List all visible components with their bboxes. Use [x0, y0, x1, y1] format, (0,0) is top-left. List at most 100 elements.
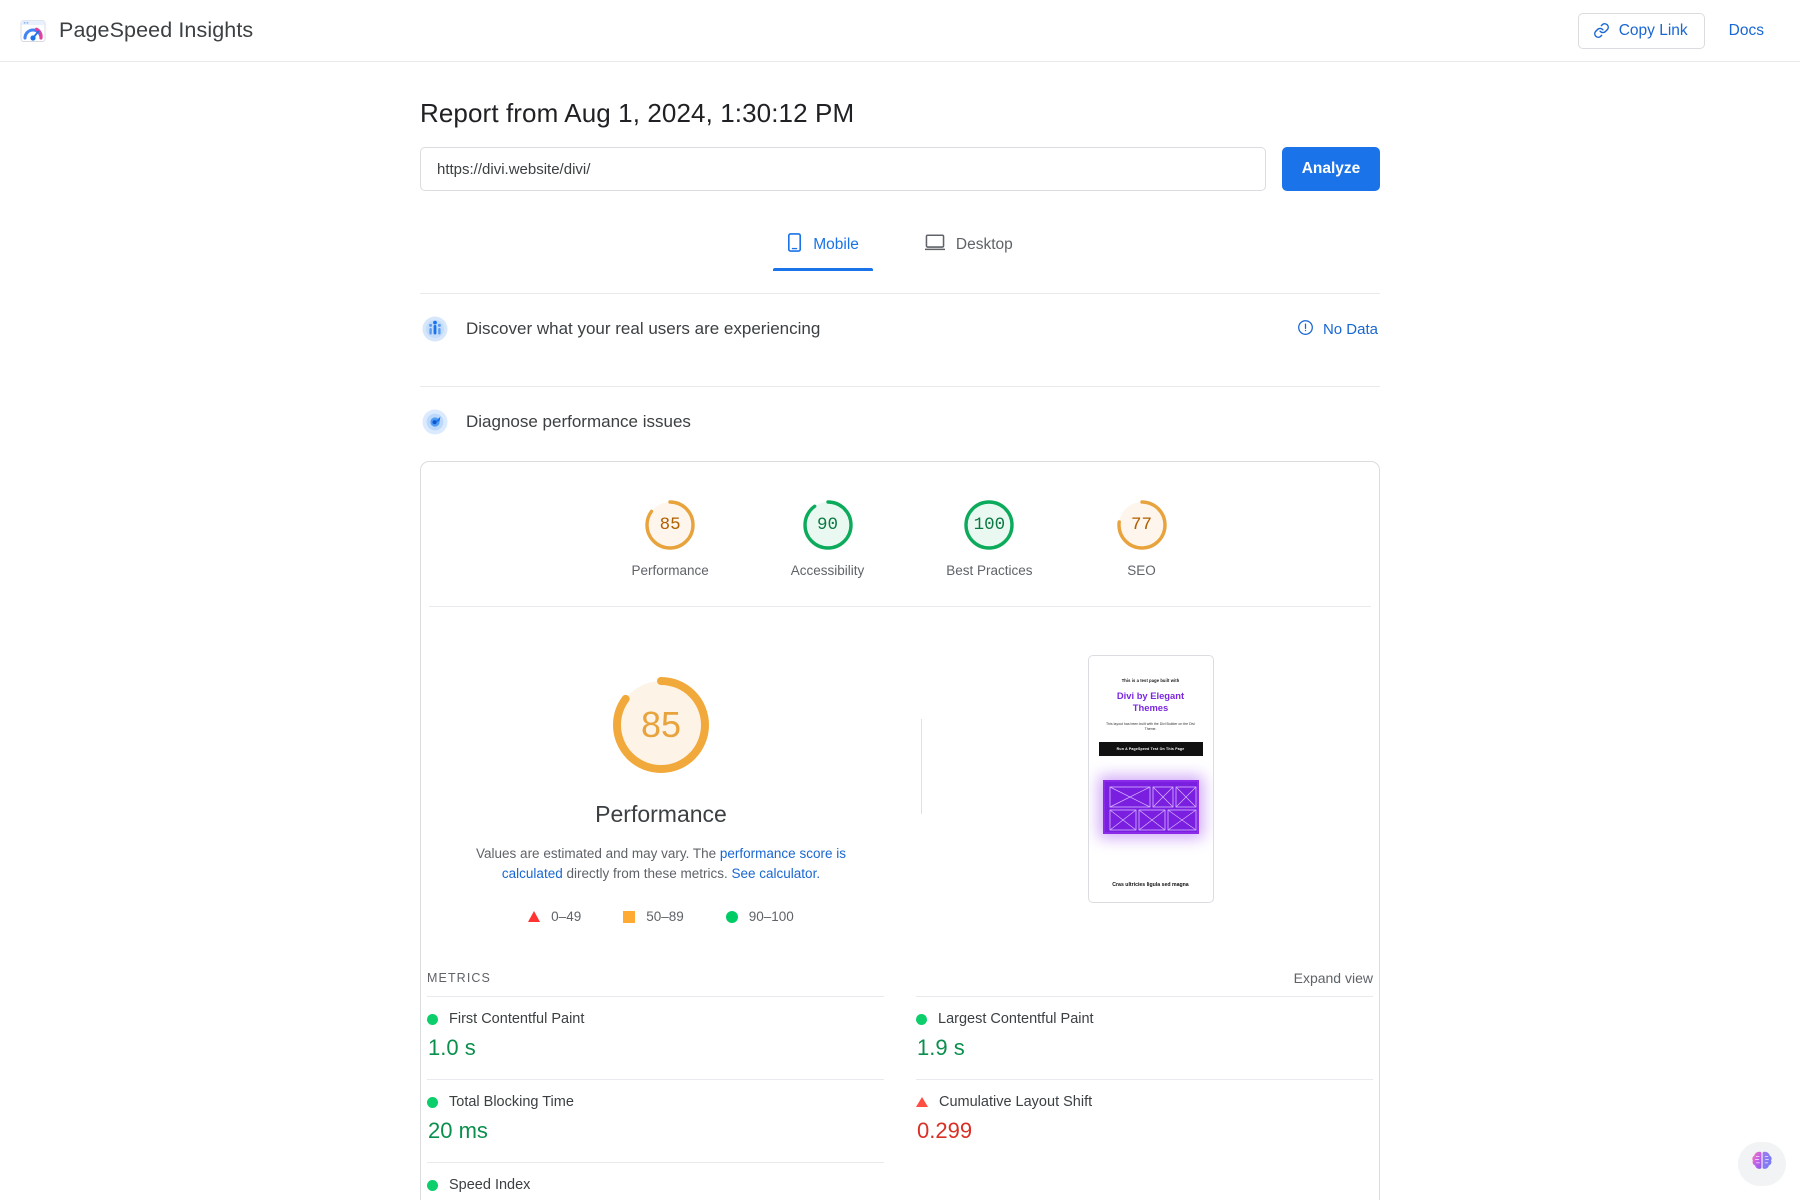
- thumbnail-eyebrow: This is a test page built with: [1121, 678, 1180, 683]
- gauge-best-practices-score: 100: [973, 515, 1006, 535]
- gauge-performance-ring: 85: [643, 498, 697, 552]
- status-bad-icon: [916, 1097, 928, 1108]
- gauge-accessibility-ring: 90: [801, 498, 855, 552]
- metric-si-name: Speed Index: [449, 1177, 531, 1194]
- category-gauges: 85 Performance 90 Accessibility 100 Best…: [429, 462, 1371, 607]
- thumbnail-content: This is a test page built with Divi by E…: [1089, 656, 1213, 835]
- expand-view-button[interactable]: Expand view: [1294, 970, 1373, 986]
- performance-gauge: 85: [609, 673, 713, 777]
- top-bar-actions: Copy Link Docs: [1577, 12, 1778, 49]
- desc-text-2: directly from these metrics.: [562, 865, 732, 881]
- status-good-icon: [916, 1013, 927, 1025]
- hero-left: 85 Performance Values are estimated and …: [421, 647, 901, 924]
- page-title: Report from Aug 1, 2024, 1:30:12 PM: [420, 98, 855, 128]
- field-data-status[interactable]: No Data: [1297, 319, 1378, 340]
- section-lab-data-label: Diagnose performance issues: [466, 412, 691, 431]
- page-root: PageSpeed Insights Copy Link Docs Report…: [0, 0, 1800, 1200]
- metrics-title: METRICS: [427, 971, 491, 986]
- assistant-fab[interactable]: [1738, 1142, 1786, 1186]
- url-form: Analyze: [420, 147, 1380, 191]
- legend-item-average: 50–89: [623, 909, 684, 924]
- metrics-grid: First Contentful Paint 1.0 s Largest Con…: [421, 996, 1379, 1200]
- gauge-performance-score: 85: [659, 515, 681, 535]
- legend-item-pass: 90–100: [725, 909, 794, 925]
- brand-title: PageSpeed Insights: [59, 18, 254, 42]
- metric-total-blocking-time[interactable]: Total Blocking Time 20 ms: [427, 1079, 884, 1162]
- metric-first-contentful-paint[interactable]: First Contentful Paint 1.0 s: [427, 996, 884, 1079]
- legend-pass-range: 90–100: [748, 909, 794, 925]
- tab-desktop-label: Desktop: [955, 236, 1013, 253]
- thumbnail-paragraph: This layout has been built with the Divi…: [1106, 721, 1195, 732]
- section-field-data-label: Discover what your real users are experi…: [466, 319, 821, 338]
- square-icon: [623, 910, 636, 923]
- gauge-seo-score: 77: [1131, 515, 1153, 535]
- thumbnail-heading: Divi by Elegant Themes: [1116, 690, 1185, 713]
- brain-icon: [1749, 1149, 1775, 1180]
- metric-placeholder: [916, 1162, 1373, 1200]
- thumbnail-button: Run A PageSpeed Test On This Page: [1098, 742, 1203, 757]
- analyze-button[interactable]: Analyze: [1282, 147, 1380, 191]
- content-column: Report from Aug 1, 2024, 1:30:12 PM Anal…: [420, 62, 1380, 1200]
- circle-icon: [725, 910, 738, 923]
- diagnose-icon: [422, 409, 448, 435]
- page-screenshot-thumbnail[interactable]: This is a test page built with Divi by E…: [1087, 655, 1214, 903]
- metric-tbt-value: 20 ms: [428, 1118, 488, 1144]
- score-legend: 0–49 50–89 90–100: [528, 909, 794, 924]
- performance-gauge-score: 85: [640, 704, 682, 745]
- status-good-icon: [427, 1013, 438, 1025]
- link-icon: [1593, 22, 1610, 39]
- desc-text-1: Values are estimated and may vary. The: [476, 846, 720, 861]
- thumbnail-image-placeholder: [1102, 780, 1199, 835]
- docs-link[interactable]: Docs: [1715, 14, 1778, 48]
- gauge-performance[interactable]: 85 Performance: [631, 498, 709, 578]
- thumbnail-footer: Cras ultricies ligula sed magna: [1112, 882, 1189, 888]
- device-tabs: Mobile Desktop: [420, 223, 1380, 271]
- gauge-accessibility-label: Accessibility: [790, 563, 865, 578]
- gauge-performance-label: Performance: [631, 563, 709, 578]
- triangle-icon: [528, 911, 541, 923]
- status-badge: No Data: [1322, 320, 1378, 338]
- metric-lcp-name: Largest Contentful Paint: [938, 1011, 1094, 1028]
- see-calculator-link[interactable]: See calculator.: [732, 866, 821, 881]
- gauge-accessibility[interactable]: 90 Accessibility: [790, 498, 865, 578]
- info-icon: [1297, 319, 1314, 340]
- tab-desktop[interactable]: Desktop: [911, 223, 1027, 271]
- metric-speed-index[interactable]: Speed Index 1.9 s: [427, 1162, 884, 1200]
- status-good-icon: [427, 1179, 438, 1191]
- gauge-seo-label: SEO: [1127, 563, 1156, 578]
- metric-fcp-name: First Contentful Paint: [449, 1011, 585, 1028]
- gauge-best-practices-label: Best Practices: [946, 563, 1033, 578]
- copy-link-label: Copy Link: [1618, 21, 1688, 39]
- section-lab-data[interactable]: Diagnose performance issues: [420, 386, 1380, 457]
- mobile-icon: [787, 233, 802, 257]
- tab-mobile-label: Mobile: [813, 236, 859, 253]
- legend-fail-range: 0–49: [551, 909, 582, 925]
- real-users-icon: [422, 316, 448, 342]
- metrics-header: METRICS Expand view: [421, 952, 1379, 996]
- performance-description: Values are estimated and may vary. The p…: [466, 844, 856, 883]
- url-input[interactable]: [420, 147, 1266, 191]
- performance-hero: 85 Performance Values are estimated and …: [421, 607, 1379, 924]
- gauge-seo-ring: 77: [1115, 498, 1169, 552]
- section-field-data[interactable]: Discover what your real users are experi…: [420, 293, 1380, 364]
- status-good-icon: [427, 1096, 438, 1108]
- metric-cls-header: Cumulative Layout Shift: [916, 1094, 1373, 1110]
- metric-tbt-name: Total Blocking Time: [449, 1094, 574, 1111]
- brand[interactable]: PageSpeed Insights: [18, 16, 253, 46]
- legend-item-fail: 0–49: [528, 909, 581, 924]
- metric-largest-contentful-paint[interactable]: Largest Contentful Paint 1.9 s: [916, 996, 1373, 1079]
- metric-si-header: Speed Index: [427, 1177, 884, 1193]
- lighthouse-card: 85 Performance 90 Accessibility 100 Best…: [420, 461, 1380, 1200]
- pagespeed-logo-icon: [18, 16, 48, 46]
- metric-cls-value: 0.299: [917, 1118, 973, 1144]
- metric-cumulative-layout-shift[interactable]: Cumulative Layout Shift 0.299: [916, 1079, 1373, 1162]
- metric-cls-name: Cumulative Layout Shift: [939, 1094, 1093, 1111]
- metric-tbt-header: Total Blocking Time: [427, 1094, 884, 1110]
- performance-title: Performance: [595, 801, 727, 827]
- desktop-icon: [924, 234, 946, 256]
- metric-fcp-value: 1.0 s: [428, 1035, 476, 1061]
- gauge-best-practices[interactable]: 100 Best Practices: [946, 498, 1033, 578]
- gauge-seo[interactable]: 77 SEO: [1115, 498, 1169, 578]
- tab-mobile[interactable]: Mobile: [773, 223, 873, 271]
- copy-link-button[interactable]: Copy Link: [1577, 12, 1705, 49]
